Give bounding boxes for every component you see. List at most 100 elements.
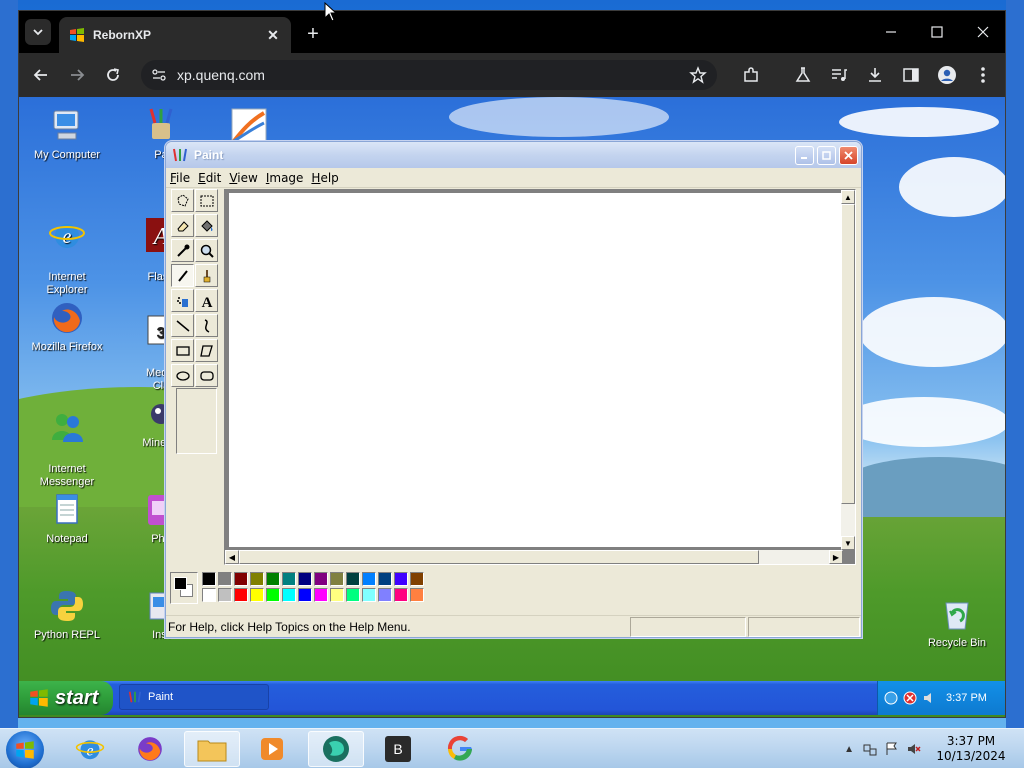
side-panel-button[interactable]: [899, 63, 923, 87]
palette-swatch[interactable]: [250, 588, 264, 602]
star-icon[interactable]: [689, 66, 707, 84]
menu-edit[interactable]: Edit: [198, 171, 221, 185]
paint-close-button[interactable]: [839, 145, 858, 165]
security-alert-icon[interactable]: [903, 691, 917, 705]
tool-ellipse[interactable]: [171, 364, 194, 387]
taskbar-firefox[interactable]: [122, 731, 178, 767]
palette-swatch[interactable]: [410, 588, 424, 602]
palette-swatch[interactable]: [250, 572, 264, 586]
palette-swatch[interactable]: [282, 572, 296, 586]
tool-airbrush[interactable]: [171, 289, 194, 312]
action-center-flag-icon[interactable]: [884, 741, 900, 757]
tool-fill[interactable]: [195, 214, 218, 237]
volume-icon[interactable]: [922, 691, 936, 705]
close-icon[interactable]: ✕: [265, 27, 281, 43]
palette-swatch[interactable]: [218, 572, 232, 586]
scroll-left-arrow-icon[interactable]: ◀: [225, 550, 239, 564]
tab-search-button[interactable]: [25, 19, 51, 45]
palette-swatch[interactable]: [282, 588, 296, 602]
palette-swatch[interactable]: [346, 572, 360, 586]
palette-swatch[interactable]: [298, 588, 312, 602]
palette-swatch[interactable]: [202, 572, 216, 586]
paint-minimize-button[interactable]: [795, 145, 814, 165]
back-button[interactable]: [29, 63, 53, 87]
palette-swatch[interactable]: [394, 572, 408, 586]
tab-rebornxp[interactable]: RebornXP ✕: [59, 17, 291, 53]
menu-button[interactable]: [971, 63, 995, 87]
palette-swatch[interactable]: [346, 588, 360, 602]
palette-swatch[interactable]: [410, 572, 424, 586]
desktop-icon-recycle-bin[interactable]: Recycle Bin: [915, 595, 999, 650]
menu-image[interactable]: Image: [266, 171, 304, 185]
address-bar[interactable]: xp.quenq.com: [141, 60, 717, 90]
host-start-button[interactable]: [6, 731, 44, 768]
current-colors[interactable]: [170, 572, 198, 604]
tool-magnifier[interactable]: [195, 239, 218, 262]
forward-button[interactable]: [65, 63, 89, 87]
horizontal-scrollbar[interactable]: ◀ ▶: [225, 550, 843, 564]
taskbar-file-explorer[interactable]: [184, 731, 240, 767]
taskbar-app-b[interactable]: B: [370, 731, 426, 767]
reload-button[interactable]: [101, 63, 125, 87]
tool-free-select[interactable]: [171, 189, 194, 212]
profile-button[interactable]: [935, 63, 959, 87]
taskbar-app-circle[interactable]: [308, 731, 364, 767]
vertical-scroll-thumb[interactable]: [841, 204, 855, 504]
desktop-icon-mozilla-firefox[interactable]: Mozilla Firefox: [25, 299, 109, 354]
taskbar-internet-explorer[interactable]: e: [62, 731, 118, 767]
taskbar-media-player[interactable]: [244, 731, 300, 767]
palette-swatch[interactable]: [378, 588, 392, 602]
scroll-up-arrow-icon[interactable]: ▲: [841, 190, 855, 204]
tool-pick-color[interactable]: [171, 239, 194, 262]
desktop-icon-internet-explorer[interactable]: e Internet Explorer: [25, 203, 109, 297]
extensions-button[interactable]: [739, 63, 763, 87]
palette-swatch[interactable]: [362, 572, 376, 586]
paint-title-bar[interactable]: Paint: [166, 142, 861, 168]
palette-swatch[interactable]: [330, 588, 344, 602]
palette-swatch[interactable]: [234, 572, 248, 586]
network-icon[interactable]: [862, 741, 878, 757]
xp-start-button[interactable]: start: [19, 681, 113, 715]
palette-swatch[interactable]: [218, 588, 232, 602]
tool-eraser[interactable]: [171, 214, 194, 237]
tool-select[interactable]: [195, 189, 218, 212]
tray-expand-icon[interactable]: ▲: [844, 744, 854, 755]
menu-view[interactable]: View: [229, 171, 257, 185]
downloads-button[interactable]: [863, 63, 887, 87]
palette-swatch[interactable]: [266, 588, 280, 602]
minimize-button[interactable]: [879, 21, 903, 43]
vertical-scrollbar[interactable]: ▲ ▼: [841, 190, 855, 550]
new-tab-button[interactable]: +: [301, 22, 325, 46]
tool-options-box[interactable]: [176, 388, 217, 454]
window-close-button[interactable]: [971, 21, 995, 43]
tool-rounded-rectangle[interactable]: [195, 364, 218, 387]
network-globe-icon[interactable]: [884, 691, 898, 705]
palette-swatch[interactable]: [330, 572, 344, 586]
desktop-icon-python-repl[interactable]: Python REPL: [25, 587, 109, 642]
palette-swatch[interactable]: [266, 572, 280, 586]
tool-text[interactable]: A: [195, 289, 218, 312]
drawing-canvas[interactable]: [229, 193, 841, 547]
tool-brush[interactable]: [195, 264, 218, 287]
volume-muted-icon[interactable]: [906, 741, 922, 757]
palette-swatch[interactable]: [378, 572, 392, 586]
paint-maximize-button[interactable]: [817, 145, 836, 165]
desktop-icon-my-computer[interactable]: My Computer: [25, 107, 109, 162]
scroll-down-arrow-icon[interactable]: ▼: [841, 536, 855, 550]
palette-swatch[interactable]: [314, 572, 328, 586]
palette-swatch[interactable]: [202, 588, 216, 602]
tool-curve[interactable]: [195, 314, 218, 337]
media-controls-button[interactable]: [827, 63, 851, 87]
menu-file[interactable]: File: [170, 171, 190, 185]
tool-rectangle[interactable]: [171, 339, 194, 362]
host-clock[interactable]: 3:37 PM 10/13/2024: [928, 734, 1014, 764]
taskbar-google-chrome[interactable]: [432, 731, 488, 767]
scroll-right-arrow-icon[interactable]: ▶: [829, 550, 843, 564]
palette-swatch[interactable]: [394, 588, 408, 602]
desktop-icon-notepad[interactable]: Notepad: [25, 491, 109, 546]
palette-swatch[interactable]: [362, 588, 376, 602]
horizontal-scroll-thumb[interactable]: [239, 550, 759, 564]
desktop-icon-internet-messenger[interactable]: Internet Messenger: [25, 395, 109, 489]
tool-polygon[interactable]: [195, 339, 218, 362]
labs-button[interactable]: [791, 63, 815, 87]
